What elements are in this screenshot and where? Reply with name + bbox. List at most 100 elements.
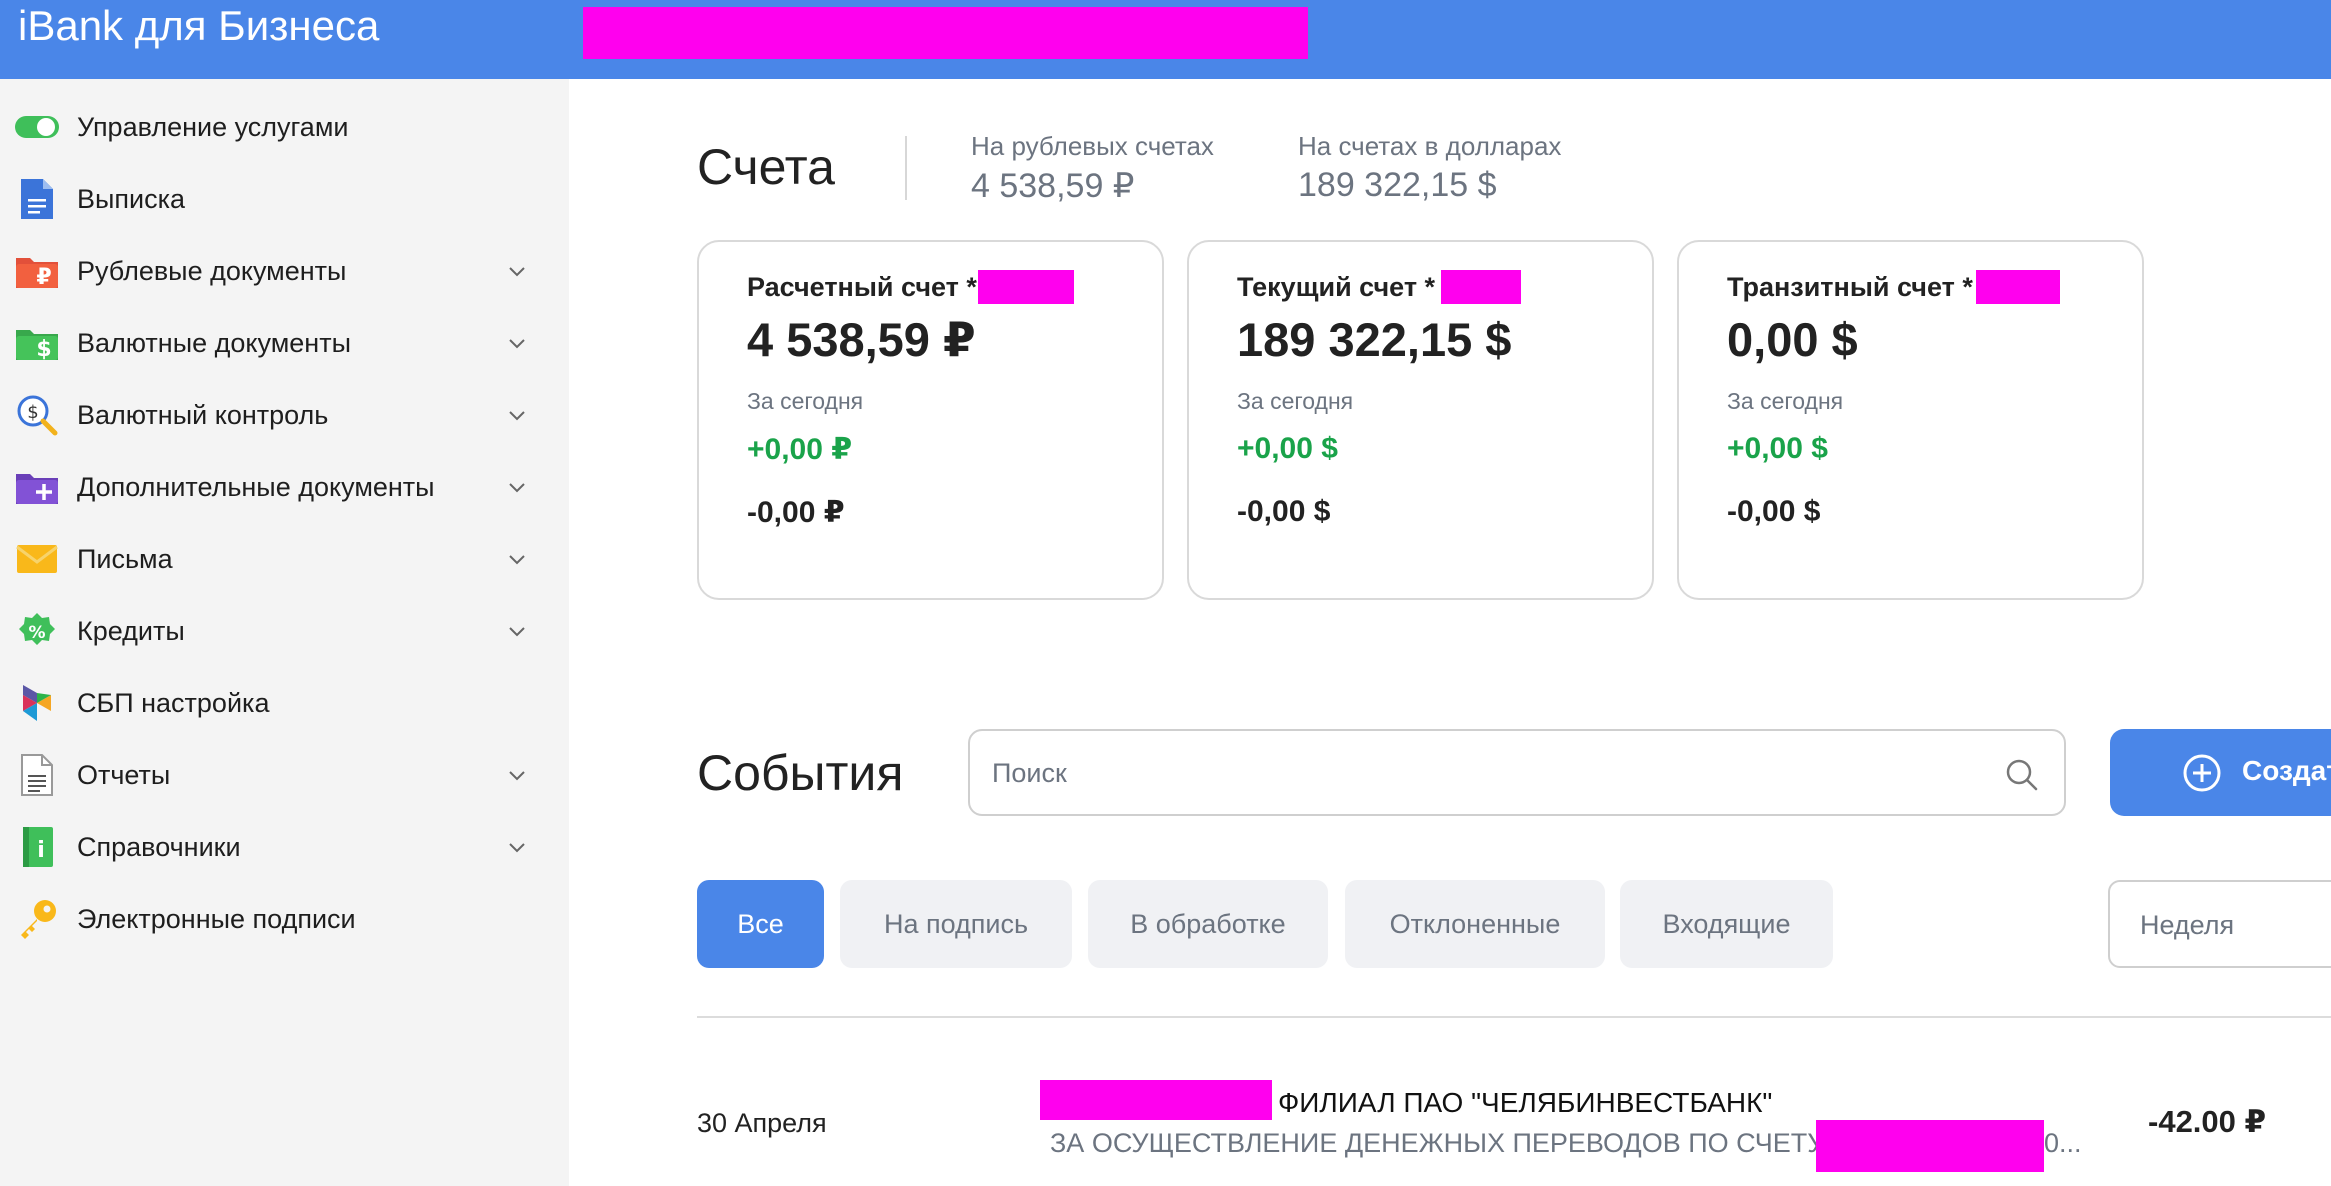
account-balance: 189 322,15 $ — [1237, 313, 1512, 366]
incoming-today: +0,00 $ — [1727, 432, 1828, 465]
sidebar-item-ruble-documents[interactable]: ₽ Рублевые документы — [0, 235, 569, 307]
account-title: Расчетный счет * — [747, 272, 977, 302]
event-description-tail: 0... — [2044, 1128, 2082, 1158]
sidebar-item-label: Валютные документы — [77, 327, 351, 358]
info-book-icon: i — [14, 824, 60, 870]
redacted-organization-name — [583, 7, 1308, 59]
redacted-account-number — [1976, 270, 2060, 304]
chevron-down-icon[interactable] — [505, 547, 529, 571]
sidebar-item-label: Дополнительные документы — [77, 471, 435, 502]
usd-total-label: На счетах в долларах — [1298, 131, 1562, 161]
ruble-folder-icon: ₽ — [14, 248, 60, 294]
sidebar-item-additional-documents[interactable]: Дополнительные документы — [0, 451, 569, 523]
chevron-down-icon[interactable] — [505, 403, 529, 427]
sbp-logo-icon — [14, 680, 60, 726]
filter-all[interactable]: Все — [697, 880, 824, 968]
event-amount: -42.00 ₽ — [2148, 1104, 2267, 1139]
today-label: За сегодня — [1237, 388, 1354, 414]
search-input[interactable] — [992, 747, 1972, 799]
sidebar-item-sbp-settings[interactable]: СБП настройка — [0, 667, 569, 739]
sidebar-item-label: Выписка — [77, 183, 186, 214]
sidebar-item-label: Кредиты — [77, 615, 185, 646]
chevron-down-icon[interactable] — [505, 619, 529, 643]
add-folder-icon — [14, 464, 60, 510]
sidebar-item-references[interactable]: i Справочники — [0, 811, 569, 883]
sidebar-item-letters[interactable]: Письма — [0, 523, 569, 595]
events-divider — [697, 1016, 2331, 1018]
top-bar: iBank для Бизнеса — [0, 0, 2331, 79]
account-card-transit[interactable]: Транзитный счет * 0,00 $ За сегодня +0,0… — [1677, 240, 2144, 600]
accounts-heading: Счета — [697, 139, 835, 195]
redacted-account-number — [978, 270, 1074, 304]
sidebar-item-label: Отчеты — [77, 759, 171, 790]
currency-search-icon: $ — [14, 392, 60, 438]
document-icon — [14, 176, 60, 222]
sidebar-item-currency-control[interactable]: $ Валютный контроль — [0, 379, 569, 451]
plus-circle-icon — [2183, 754, 2221, 792]
today-label: За сегодня — [747, 388, 864, 414]
key-icon — [14, 896, 60, 942]
account-balance: 4 538,59 ₽ — [747, 313, 976, 366]
redacted-counterparty — [1040, 1080, 1272, 1120]
svg-text:₽: ₽ — [36, 265, 51, 290]
period-value: Неделя — [2140, 910, 2235, 940]
redacted-account — [1816, 1120, 2044, 1172]
sidebar-item-label: Справочники — [77, 831, 241, 862]
create-button[interactable]: Создат — [2110, 729, 2331, 816]
usd-total-value: 189 322,15 $ — [1298, 166, 1497, 204]
header-divider — [905, 136, 907, 200]
sidebar-item-service-management[interactable]: Управление услугами — [0, 91, 569, 163]
period-select[interactable]: Неделя — [2108, 880, 2331, 968]
create-button-label: Создат — [2242, 755, 2331, 786]
outgoing-today: -0,00 $ — [1237, 495, 1331, 528]
dollar-folder-icon: $ — [14, 320, 60, 366]
incoming-today: +0,00 $ — [1237, 432, 1338, 465]
account-title: Текущий счет * — [1237, 272, 1436, 302]
svg-text:i: i — [37, 838, 45, 863]
sidebar-item-label: Валютный контроль — [77, 399, 329, 430]
app-title[interactable]: iBank для Бизнеса — [18, 0, 379, 52]
filter-incoming[interactable]: Входящие — [1620, 880, 1833, 968]
outgoing-today: -0,00 ₽ — [747, 496, 845, 529]
filter-in-processing[interactable]: В обработке — [1088, 880, 1328, 968]
svg-text:%: % — [28, 623, 45, 643]
sidebar-item-label: Электронные подписи — [77, 903, 356, 934]
account-title: Транзитный счет * — [1727, 272, 1973, 302]
chevron-down-icon[interactable] — [505, 835, 529, 859]
sidebar-item-label: СБП настройка — [77, 687, 270, 718]
sidebar-item-label: Рублевые документы — [77, 255, 347, 286]
svg-text:$: $ — [36, 337, 51, 362]
rub-total-value: 4 538,59 ₽ — [971, 167, 1135, 205]
chevron-down-icon[interactable] — [505, 259, 529, 283]
filter-rejected[interactable]: Отклоненные — [1345, 880, 1605, 968]
sidebar-item-currency-documents[interactable]: $ Валютные документы — [0, 307, 569, 379]
sidebar-item-reports[interactable]: Отчеты — [0, 739, 569, 811]
chevron-down-icon[interactable] — [505, 763, 529, 787]
filter-to-sign[interactable]: На подпись — [840, 880, 1072, 968]
rub-total-label: На рублевых счетах — [971, 131, 1214, 161]
report-icon — [14, 752, 60, 798]
chevron-down-icon[interactable] — [505, 331, 529, 355]
event-title: ФИЛИАЛ ПАО "ЧЕЛЯБИНВЕСТБАНК" — [1278, 1087, 1773, 1118]
chevron-down-icon[interactable] — [505, 475, 529, 499]
envelope-icon — [14, 536, 60, 582]
incoming-today: +0,00 ₽ — [747, 433, 853, 466]
redacted-account-number — [1441, 270, 1521, 304]
today-label: За сегодня — [1727, 388, 1844, 414]
svg-text:$: $ — [27, 402, 38, 423]
account-card-settlement[interactable]: Расчетный счет * 4 538,59 ₽ За сегодня +… — [697, 240, 1164, 600]
events-heading: События — [697, 745, 904, 801]
toggle-icon — [14, 104, 60, 150]
sidebar-item-electronic-signatures[interactable]: Электронные подписи — [0, 883, 569, 955]
event-date: 30 Апреля — [697, 1108, 827, 1138]
search-icon[interactable] — [2004, 757, 2040, 793]
sidebar-item-label: Письма — [77, 543, 173, 574]
sidebar: Управление услугами Выписка ₽ Рублевые д… — [0, 79, 569, 1186]
percent-badge-icon: % — [14, 608, 60, 654]
sidebar-item-label: Управление услугами — [77, 111, 349, 142]
account-card-current[interactable]: Текущий счет * 189 322,15 $ За сегодня +… — [1187, 240, 1654, 600]
account-balance: 0,00 $ — [1727, 313, 1858, 366]
sidebar-item-statement[interactable]: Выписка — [0, 163, 569, 235]
search-box — [968, 729, 2066, 816]
sidebar-item-credits[interactable]: % Кредиты — [0, 595, 569, 667]
